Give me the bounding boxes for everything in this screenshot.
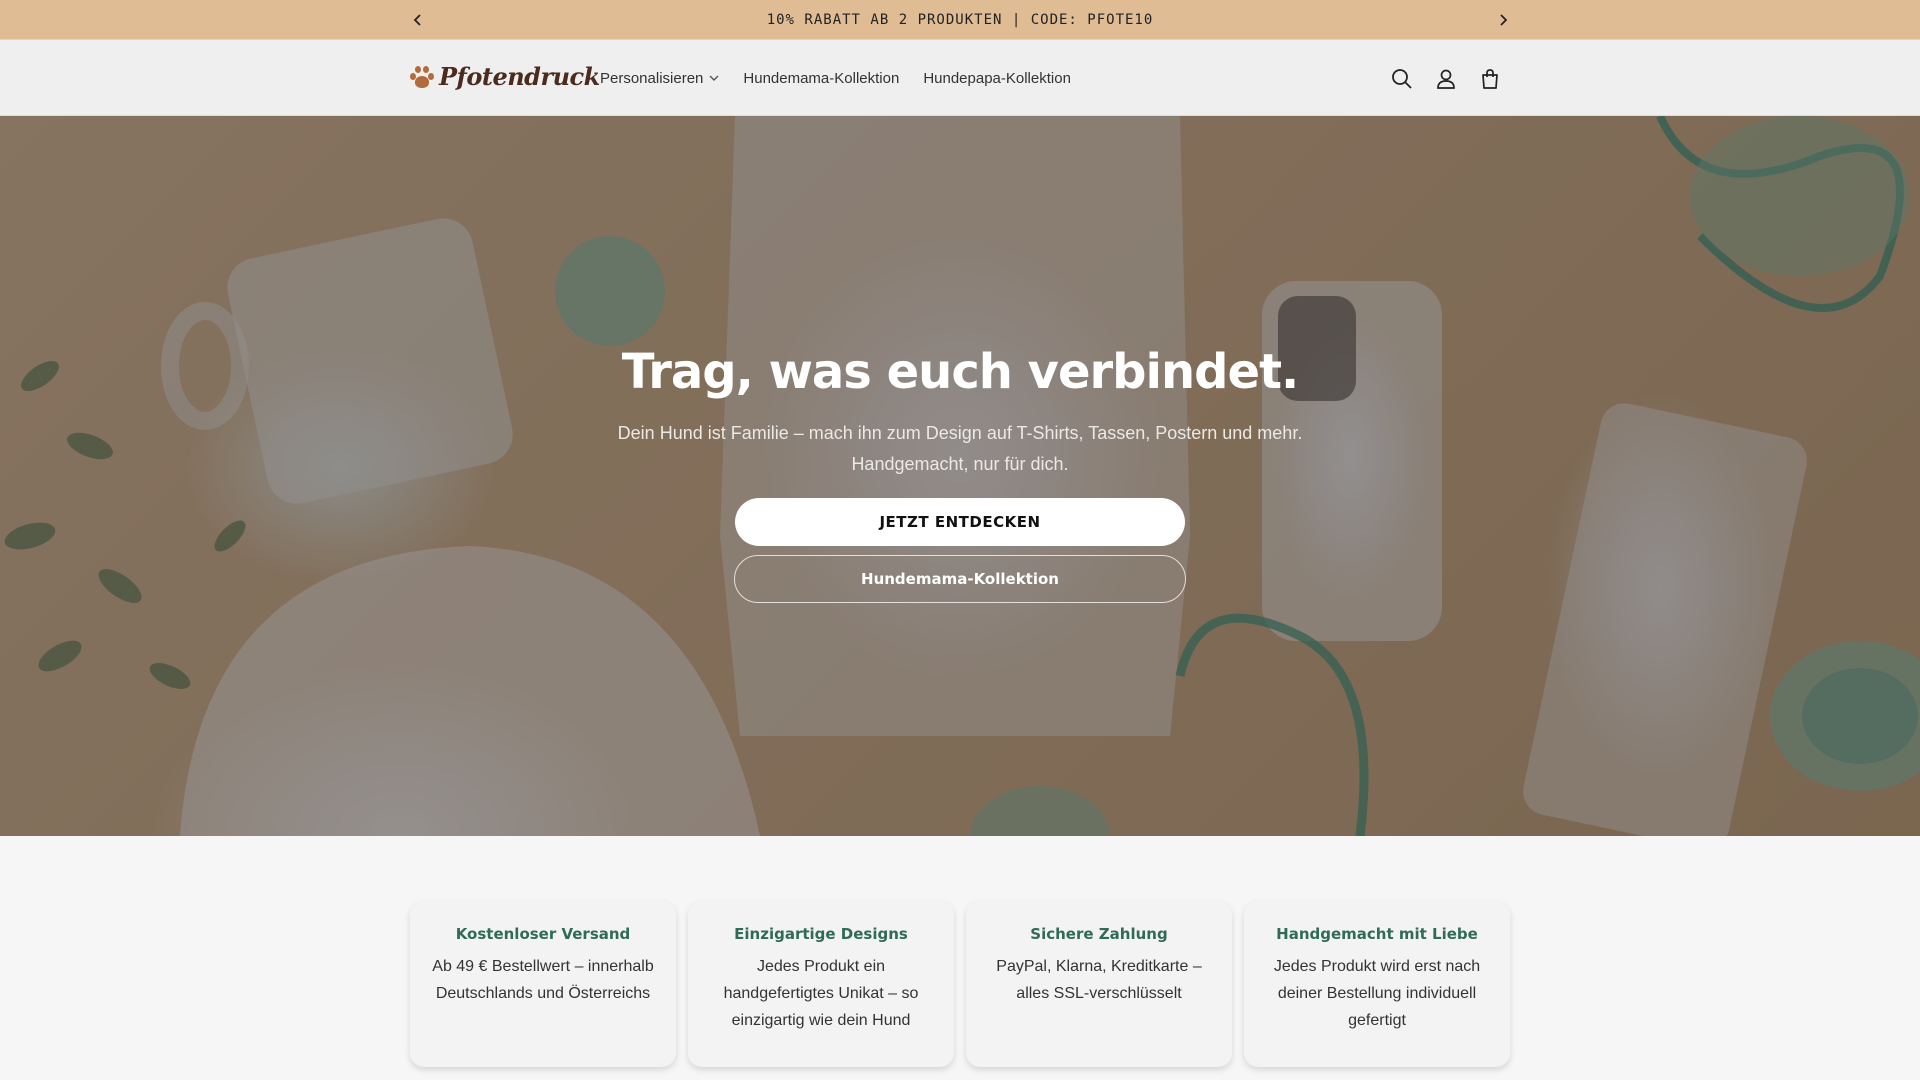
hero-banner: Trag, was euch verbindet. Dein Hund ist … [0,116,1920,836]
hero-title: Trag, was euch verbindet. [621,344,1300,400]
chevron-right-icon [1500,13,1508,26]
account-icon [1437,69,1455,89]
feature-title: Sichere Zahlung [1030,925,1168,943]
site-header: Pfotendruck Personalisieren Hundemama-Ko… [0,39,1920,116]
cart-button[interactable] [1478,67,1502,91]
hundemama-collection-button[interactable]: Hundemama-Kollektion [734,555,1186,603]
chevron-down-icon [709,75,719,81]
feature-title: Einzigartige Designs [734,925,908,943]
feature-title: Kostenloser Versand [455,925,631,943]
discover-button[interactable]: JETZT ENTDECKEN [735,498,1185,546]
nav-item-hundemama-kollektion[interactable]: Hundemama-Kollektion [743,70,899,87]
search-button[interactable] [1390,67,1414,91]
feature-text: Jedes Produkt ein handgefertigtes Unikat… [723,958,919,1029]
nav-item-label: Hundemama-Kollektion [743,70,900,87]
feature-text: Ab 49 € Bestellwert – innerhalb Deutschl… [432,958,654,1002]
header-actions [1390,40,1502,117]
feature-text: Jedes Produkt wird erst nach deiner Best… [1273,958,1481,1029]
logo-text: Pfotendruck [439,62,600,91]
hero-subtitle-line-1: Dein Hund ist Familie – mach ihn zum Des… [617,423,1303,443]
feature-card-shipping: Kostenloser Versand Ab 49 € Bestellwert … [410,901,676,1067]
hero-subtitle: Dein Hund ist Familie – mach ihn zum Des… [560,418,1360,480]
announcement-bar: 10% RABATT AB 2 PRODUKTEN | CODE: PFOTE1… [0,0,1920,39]
search-icon [1392,68,1412,89]
nav-item-hundepapa-kollektion[interactable]: Hundepapa-Kollektion [923,70,1071,87]
feature-card-handmade: Handgemacht mit Liebe Jedes Produkt wird… [1244,901,1510,1067]
account-button[interactable] [1434,67,1458,91]
feature-title: Handgemacht mit Liebe [1276,925,1478,943]
paw-icon [409,64,435,90]
announcement-text: 10% RABATT AB 2 PRODUKTEN | CODE: PFOTE1… [766,11,1154,28]
hero-content: Trag, was euch verbindet. Dein Hund ist … [0,116,1920,836]
main-nav: Personalisieren Hundemama-Kollektion Hun… [600,40,1071,117]
hero-subtitle-line-2: Handgemacht, nur für dich. [851,454,1069,474]
chevron-left-icon [413,13,421,26]
logo[interactable]: Pfotendruck [409,62,600,91]
feature-card-payment: Sichere Zahlung PayPal, Klarna, Kreditka… [966,901,1232,1067]
announcement-prev-button[interactable] [403,0,433,39]
announcement-next-button[interactable] [1488,0,1518,39]
nav-item-personalisieren[interactable]: Personalisieren [600,70,719,87]
feature-text: PayPal, Klarna, Kreditkarte – alles SSL-… [996,958,1202,1002]
nav-item-label: Personalisieren [600,70,704,87]
feature-section: Kostenloser Versand Ab 49 € Bestellwert … [0,836,1920,1080]
cart-icon [1482,68,1498,89]
nav-item-label: Hundepapa-Kollektion [923,70,1071,87]
feature-card-designs: Einzigartige Designs Jedes Produkt ein h… [688,901,954,1067]
